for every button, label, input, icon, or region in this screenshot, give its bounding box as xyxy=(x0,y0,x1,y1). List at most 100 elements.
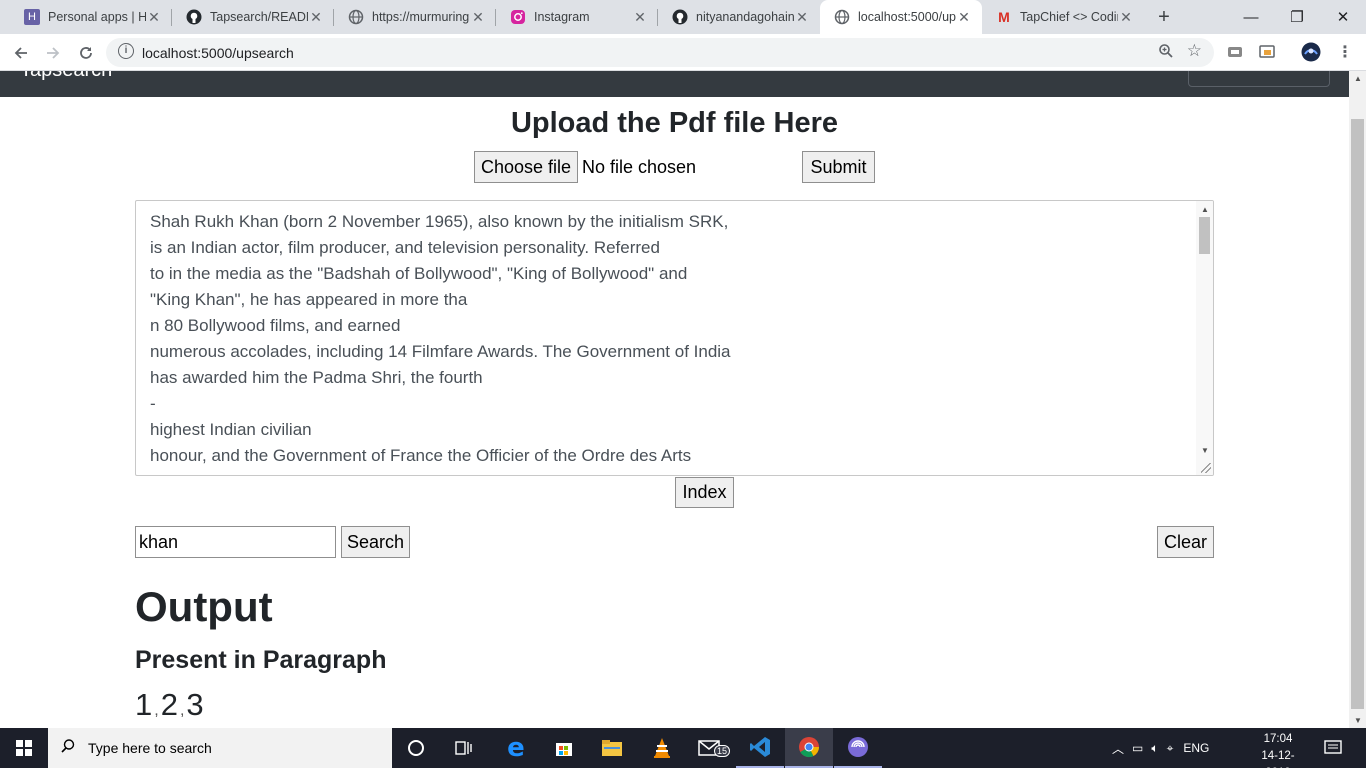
new-tab-button[interactable]: + xyxy=(1152,6,1176,28)
search-button[interactable]: Search xyxy=(341,526,410,558)
network-icon[interactable]: ⌖ xyxy=(1167,741,1174,756)
tab-personal-apps[interactable]: H Personal apps | He ✕ xyxy=(10,0,172,34)
gmail-icon: M xyxy=(998,9,1010,25)
textarea-scrollbar[interactable]: ▲ ▼ xyxy=(1196,201,1213,475)
index-button[interactable]: Index xyxy=(675,477,734,508)
tab-title: Tapsearch/READM xyxy=(210,10,308,24)
paragraph-number: 1 xyxy=(135,687,153,722)
notifications-icon[interactable] xyxy=(1310,728,1356,768)
tab-title: Personal apps | He xyxy=(48,10,146,24)
text-line: Shah Rukh Khan (born 2 November 1965), a… xyxy=(150,212,729,231)
output-subheading: Present in Paragraph xyxy=(135,646,387,674)
system-tray: ︿ ▭ 🔈︎ ⌖ ENG xyxy=(1112,728,1209,768)
scrollbar-thumb[interactable] xyxy=(1199,217,1210,254)
tab-title: Instagram xyxy=(534,10,590,24)
github-icon xyxy=(186,9,202,25)
text-line: highest Indian civilian xyxy=(150,420,312,439)
bookmark-star-icon[interactable]: ☆ xyxy=(1187,41,1202,61)
clear-button[interactable]: Clear xyxy=(1157,526,1214,558)
tab-tapsearch-readme[interactable]: Tapsearch/READM ✕ xyxy=(172,0,334,34)
zoom-icon[interactable] xyxy=(1158,43,1174,63)
tab-title: localhost:5000/up xyxy=(858,10,956,24)
edge-icon[interactable]: e xyxy=(492,728,540,768)
globe-icon xyxy=(834,9,850,25)
maximize-button[interactable]: ❐ xyxy=(1274,0,1320,34)
taskbar-search-box[interactable]: Type here to search xyxy=(48,728,392,768)
back-button[interactable] xyxy=(8,40,34,66)
task-view-icon[interactable] xyxy=(440,728,488,768)
windows-logo-icon xyxy=(16,740,32,756)
page-scrollbar[interactable]: ▲ ▼ xyxy=(1349,71,1366,728)
forward-button[interactable] xyxy=(40,40,66,66)
search-input[interactable]: khan xyxy=(135,526,336,558)
vscode-icon[interactable] xyxy=(736,728,784,768)
url-text: localhost:5000/upsearch xyxy=(142,45,294,61)
instagram-icon xyxy=(510,9,526,25)
choose-file-button[interactable]: Choose file xyxy=(474,151,578,183)
close-icon[interactable]: ✕ xyxy=(146,9,162,26)
close-icon[interactable]: ✕ xyxy=(956,9,972,26)
pdf-text-content: Shah Rukh Khan (born 2 November 1965), a… xyxy=(150,209,731,469)
close-icon[interactable]: ✕ xyxy=(794,9,810,26)
navbar-toggler-button[interactable] xyxy=(1188,71,1330,87)
language-indicator[interactable]: ENG xyxy=(1183,741,1209,755)
close-icon[interactable]: ✕ xyxy=(470,9,486,26)
start-button[interactable] xyxy=(0,728,48,768)
mail-icon[interactable]: 15 xyxy=(686,728,734,768)
tab-title: TapChief <> Codin xyxy=(1020,10,1118,24)
navbar-brand[interactable]: Tapsearch xyxy=(20,71,112,82)
browser-toolbar: i localhost:5000/upsearch ☆ ⋮ xyxy=(0,34,1366,71)
cortana-icon[interactable] xyxy=(392,728,440,768)
tab-murmuring[interactable]: https://murmuring ✕ xyxy=(334,0,496,34)
close-icon[interactable]: ✕ xyxy=(632,9,648,26)
scroll-down-arrow-icon[interactable]: ▼ xyxy=(1354,716,1362,725)
cast-icon[interactable] xyxy=(1256,41,1278,63)
vlc-icon[interactable] xyxy=(638,728,686,768)
text-line: to in the media as the "Badshah of Bolly… xyxy=(150,264,688,283)
info-icon[interactable]: i xyxy=(118,43,134,59)
pdf-text-area[interactable]: Shah Rukh Khan (born 2 November 1965), a… xyxy=(135,200,1214,476)
no-file-chosen-text: No file chosen xyxy=(582,157,697,177)
clock-date: 14-12-2019 xyxy=(1261,750,1295,779)
scroll-down-arrow-icon[interactable]: ▼ xyxy=(1201,446,1209,455)
scroll-up-arrow-icon[interactable]: ▲ xyxy=(1354,74,1362,83)
chrome-icon[interactable] xyxy=(785,728,833,768)
page-scrollbar-thumb[interactable] xyxy=(1351,119,1364,709)
scroll-up-arrow-icon[interactable]: ▲ xyxy=(1201,205,1209,214)
page-content: Tapsearch Upload the Pdf file Here Choos… xyxy=(0,71,1349,728)
tab-title: https://murmuring xyxy=(372,10,470,24)
volume-icon[interactable]: 🔈︎ xyxy=(1151,741,1158,756)
minimize-button[interactable]: — xyxy=(1228,0,1274,34)
file-explorer-icon[interactable] xyxy=(588,728,636,768)
globe-icon xyxy=(348,9,364,25)
text-line: "King Khan", he has appeared in more tha xyxy=(150,290,468,309)
extension-icon[interactable] xyxy=(1224,41,1246,63)
chevron-up-icon[interactable]: ︿ xyxy=(1112,740,1124,757)
app-swirl-icon[interactable] xyxy=(834,728,882,768)
close-window-button[interactable]: ✕ xyxy=(1320,0,1366,34)
store-icon[interactable] xyxy=(540,728,588,768)
clock[interactable]: 17:04 14-12-2019 xyxy=(1250,731,1306,782)
tab-tapchief[interactable]: M TapChief <> Codin ✕ xyxy=(982,0,1144,34)
tab-instagram[interactable]: Instagram ✕ xyxy=(496,0,658,34)
text-line: n 80 Bollywood films, and earned xyxy=(150,316,401,335)
tab-localhost-upsearch[interactable]: localhost:5000/up ✕ xyxy=(820,0,982,34)
tab-title: nityanandagohain xyxy=(696,10,794,24)
menu-kebab-icon[interactable]: ⋮ xyxy=(1334,41,1356,63)
close-icon[interactable]: ✕ xyxy=(308,9,324,26)
address-bar[interactable]: i localhost:5000/upsearch ☆ xyxy=(106,38,1214,67)
close-icon[interactable]: ✕ xyxy=(1118,9,1134,26)
heroku-icon: H xyxy=(24,9,40,25)
text-line: is an Indian actor, film producer, and t… xyxy=(150,238,660,257)
clock-time: 17:04 xyxy=(1263,733,1293,745)
resize-handle-icon[interactable] xyxy=(1201,463,1211,473)
battery-icon[interactable]: ▭ xyxy=(1132,741,1143,755)
reload-button[interactable] xyxy=(73,40,99,66)
reload-icon xyxy=(80,47,92,59)
arrow-left-icon xyxy=(14,47,27,59)
submit-button[interactable]: Submit xyxy=(802,151,875,183)
text-line: - xyxy=(150,394,156,413)
text-line: has awarded him the Padma Shri, the four… xyxy=(150,368,483,387)
profile-avatar[interactable] xyxy=(1300,41,1322,63)
tab-nityanandagohain[interactable]: nityanandagohain ✕ xyxy=(658,0,820,34)
